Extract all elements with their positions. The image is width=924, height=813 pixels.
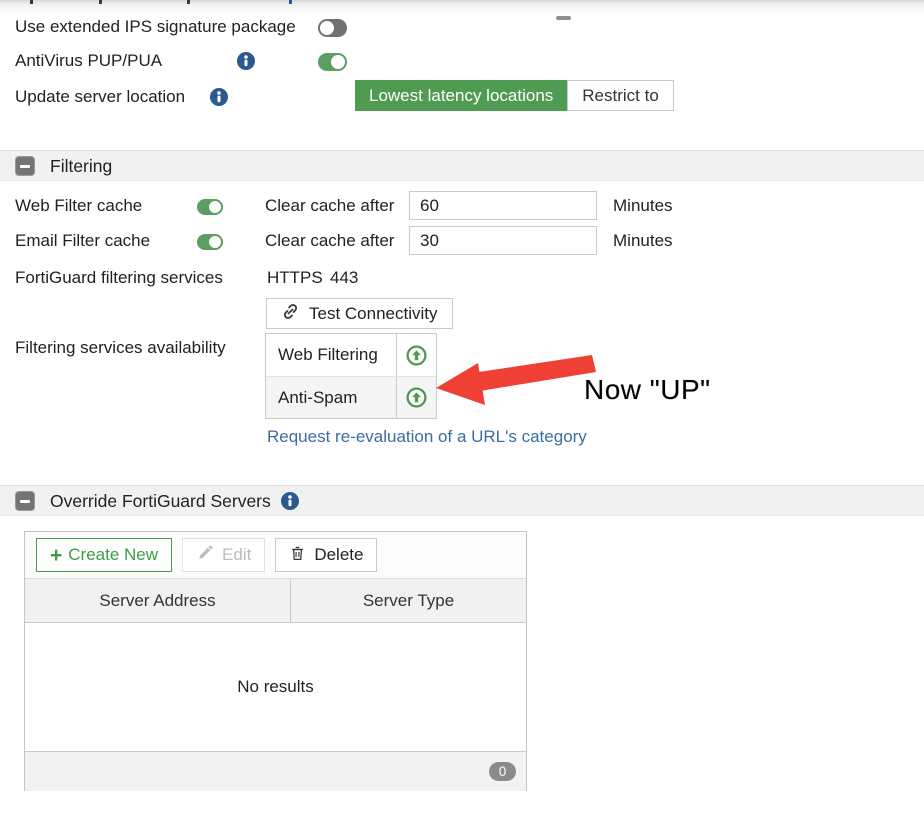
availability-table: Web Filtering Anti-Spam [265, 333, 437, 419]
delete-button[interactable]: Delete [275, 538, 378, 572]
table-body: No results [25, 623, 526, 751]
row-count-badge: 0 [489, 762, 516, 781]
web-filter-cache-label: Web Filter cache [15, 196, 143, 215]
option-lowest-latency[interactable]: Lowest latency locations [355, 80, 568, 111]
cutoff-text-fragment [187, 0, 190, 4]
status-up-icon [396, 334, 436, 376]
delete-label: Delete [314, 545, 364, 564]
toggle-knob [209, 236, 221, 248]
override-section-bar: Override FortiGuard Servers [0, 485, 924, 516]
minutes-unit-label: Minutes [613, 196, 673, 215]
empty-results-text: No results [237, 677, 314, 696]
antivirus-pup-label: AntiVirus PUP/PUA [15, 51, 163, 70]
edit-label: Edit [222, 545, 252, 564]
filtering-section-bar: Filtering [0, 150, 924, 181]
extended-ips-toggle[interactable] [318, 19, 347, 37]
table-footer: 0 [25, 751, 526, 791]
pencil-icon [196, 544, 214, 567]
override-section-title: Override FortiGuard Servers [50, 486, 299, 516]
filtering-section-title: Filtering [50, 156, 113, 176]
email-filter-cache-toggle[interactable] [197, 234, 223, 250]
availability-row: Anti-Spam [266, 376, 436, 418]
column-header-server-type: Server Type [290, 579, 526, 622]
table-header-row: Server Address Server Type [25, 579, 526, 623]
service-name: Anti-Spam [278, 387, 358, 407]
test-connectivity-button[interactable]: Test Connectivity [266, 298, 453, 329]
trash-icon [289, 544, 306, 567]
cutoff-text-fragment [99, 0, 102, 4]
reevaluate-url-link[interactable]: Request re-evaluation of a URL's categor… [267, 427, 587, 447]
status-up-icon [396, 377, 436, 418]
email-filter-cache-label: Email Filter cache [15, 231, 151, 250]
plus-icon: + [50, 543, 63, 567]
web-filter-cache-minutes-input[interactable] [409, 191, 597, 220]
column-header-server-address: Server Address [99, 590, 216, 610]
availability-row: Web Filtering [266, 334, 436, 376]
cutoff-ui-fragment [556, 16, 571, 20]
create-new-button[interactable]: + Create New [36, 538, 173, 572]
toggle-knob [209, 201, 221, 213]
minus-glyph [20, 165, 30, 168]
cutoff-text-fragment [30, 0, 33, 4]
option-restrict-to[interactable]: Restrict to [567, 80, 674, 111]
annotation-text: Now "UP" [584, 374, 711, 405]
top-cutoff-strip [0, 0, 924, 14]
web-filter-cache-toggle[interactable] [197, 199, 223, 215]
toggle-knob [320, 21, 334, 35]
antivirus-pup-toggle[interactable] [318, 53, 347, 71]
cutoff-text-fragment [289, 0, 292, 4]
clear-cache-after-label: Clear cache after [265, 196, 395, 215]
filtering-services-port: 443 [330, 268, 359, 287]
toggle-knob [331, 55, 345, 69]
minus-glyph [20, 500, 30, 503]
edit-button: Edit [182, 538, 266, 572]
table-toolbar: + Create New Edit Delete [25, 532, 526, 579]
chain-link-icon [281, 302, 300, 326]
update-server-location-segmented: Lowest latency locations Restrict to [355, 80, 674, 111]
minutes-unit-label: Minutes [613, 231, 673, 250]
info-icon[interactable] [210, 88, 228, 106]
extended-ips-label: Use extended IPS signature package [15, 17, 296, 36]
test-connectivity-label: Test Connectivity [309, 303, 438, 323]
filtering-services-label: FortiGuard filtering services [15, 268, 223, 287]
collapse-icon[interactable] [15, 491, 35, 511]
service-name: Web Filtering [278, 345, 378, 364]
override-servers-panel: + Create New Edit Delete Server Address … [24, 531, 527, 791]
annotation-red-arrow [436, 352, 596, 415]
availability-label: Filtering services availability [15, 338, 226, 357]
create-new-label: Create New [68, 545, 159, 564]
filtering-services-protocol: HTTPS [267, 268, 323, 287]
email-filter-cache-minutes-input[interactable] [409, 226, 597, 255]
info-icon[interactable] [237, 52, 255, 70]
info-icon[interactable] [280, 489, 299, 510]
update-server-location-label: Update server location [15, 87, 186, 106]
collapse-icon[interactable] [15, 156, 35, 176]
clear-cache-after-label: Clear cache after [265, 231, 395, 250]
